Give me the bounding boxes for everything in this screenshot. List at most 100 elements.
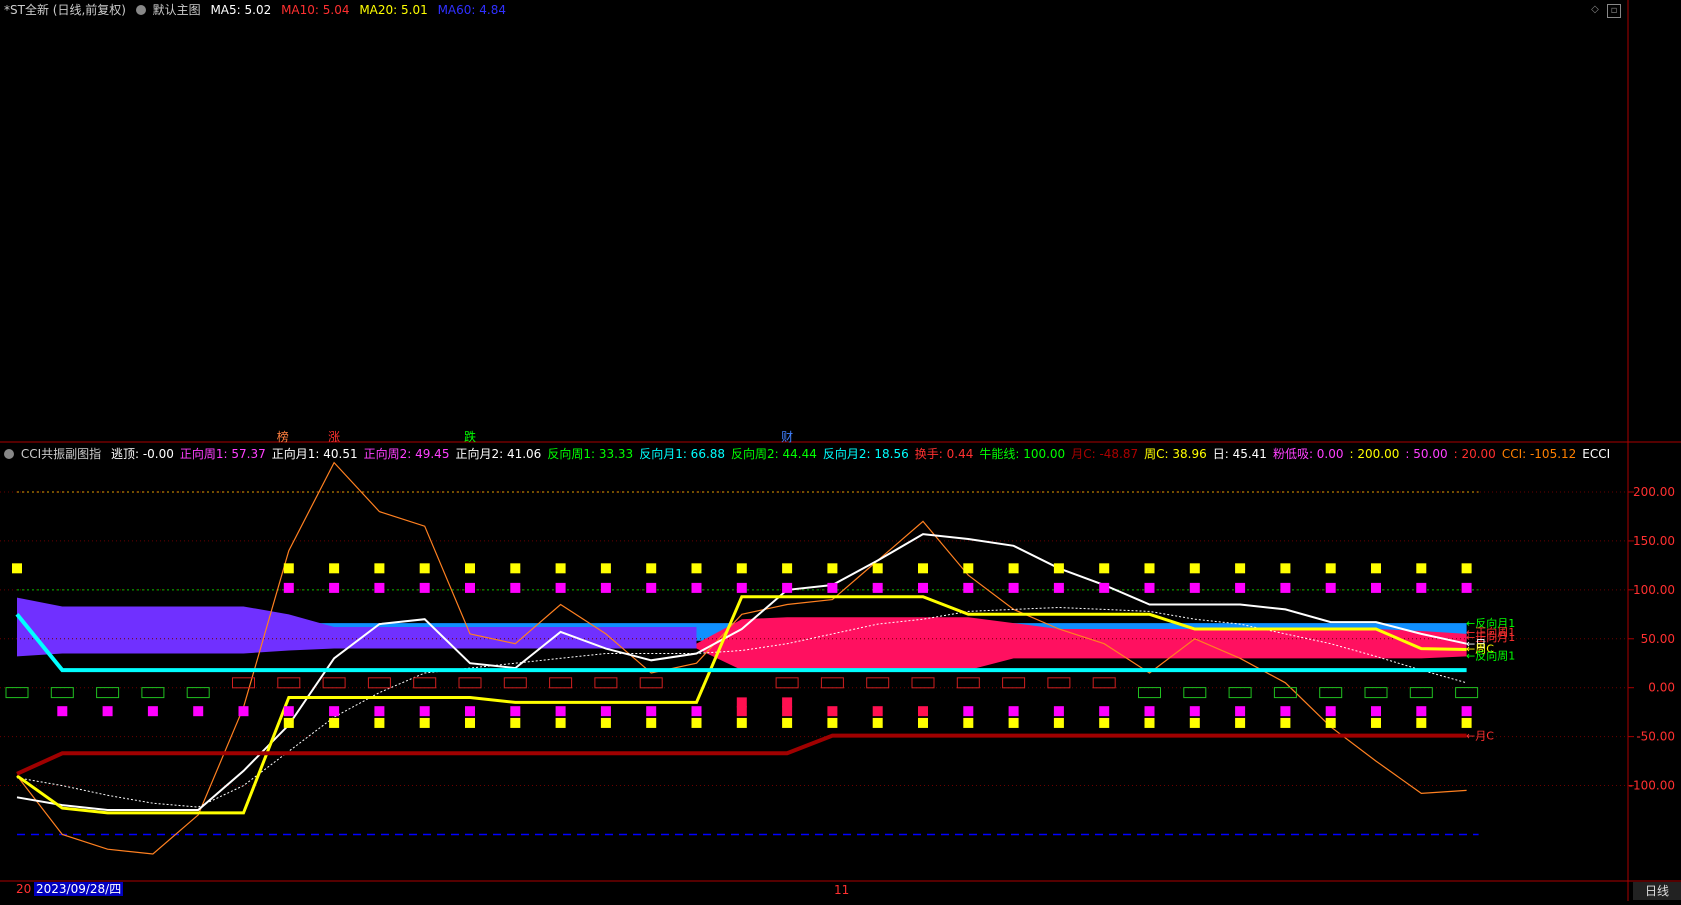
signal-square-magenta: [1008, 706, 1019, 717]
signal-square-magenta: [555, 706, 566, 717]
signal-square-yellow: [600, 563, 611, 574]
event-marker: 榜: [277, 429, 289, 444]
signal-square-magenta: [736, 706, 747, 717]
sub-header-item: 正向月1: 40.51: [271, 447, 358, 461]
signal-square-yellow: [1099, 717, 1110, 728]
signal-box-green: [1409, 687, 1433, 699]
signal-square-yellow: [1280, 563, 1291, 574]
signal-square-magenta: [918, 706, 928, 717]
sub-header-item: 粉低吸: 0.00: [1272, 447, 1344, 461]
signal-square-magenta: [872, 582, 883, 593]
ma60-value: MA60: 4.84: [437, 3, 506, 17]
signal-box-red: [458, 677, 482, 689]
signal-square-magenta: [1461, 706, 1472, 717]
sub-header-item: : 200.00: [1349, 447, 1400, 461]
signal-box-red: [820, 677, 844, 689]
ma20-value: MA20: 5.01: [359, 3, 428, 17]
event-marker: 跌: [464, 429, 476, 444]
signal-square-yellow: [1099, 563, 1110, 574]
period-button[interactable]: 日线: [1633, 882, 1681, 900]
signal-square-yellow: [736, 563, 747, 574]
signal-square-yellow: [646, 563, 657, 574]
chart-window: 4.404.504.604.704.804.905.005.105.20←4.2…: [0, 0, 1681, 901]
signal-box-green: [1455, 687, 1479, 699]
signal-square-yellow: [1008, 563, 1019, 574]
sub-header-item: 反向周1: 33.33: [547, 447, 634, 461]
crosshair-date-label: 2023/09/28/四: [34, 882, 124, 896]
signal-square-magenta: [1189, 582, 1200, 593]
signal-square-magenta: [646, 706, 657, 717]
signal-box-red: [322, 677, 346, 689]
signal-square-yellow: [646, 717, 657, 728]
signal-square-magenta: [963, 706, 974, 717]
signal-square-yellow: [736, 717, 747, 728]
signal-square-yellow: [1053, 717, 1064, 728]
signal-square-yellow: [872, 563, 883, 574]
signal-square-yellow: [691, 717, 702, 728]
signal-square-yellow: [827, 717, 838, 728]
signal-box-red: [1047, 677, 1071, 689]
signal-square-magenta: [1371, 706, 1381, 717]
signal-box-green: [96, 687, 120, 699]
theme-label[interactable]: 默认主图: [153, 3, 201, 17]
signal-square-yellow: [872, 717, 883, 728]
signal-square-magenta: [57, 706, 68, 717]
signal-box-green: [141, 687, 165, 699]
series-end-label: ←反向周1: [1466, 648, 1515, 662]
signal-square-yellow: [283, 563, 294, 574]
signal-square-magenta: [329, 582, 340, 593]
signal-square-yellow: [329, 563, 340, 574]
signal-square-yellow: [1235, 717, 1246, 728]
sub-header-item: 周C: 38.96: [1144, 447, 1207, 461]
sub-header-item: : 20.00: [1453, 447, 1496, 461]
signal-square-yellow: [1053, 563, 1064, 574]
signal-box-green: [1138, 687, 1161, 699]
ma5-value: MA5: 5.02: [210, 3, 272, 17]
signal-square-yellow: [782, 563, 793, 574]
signal-square-magenta: [1416, 582, 1427, 593]
signal-square-yellow: [1371, 563, 1381, 574]
signal-square-yellow: [1371, 717, 1381, 728]
signal-square-yellow: [510, 563, 521, 574]
signal-square-yellow: [1416, 563, 1427, 574]
signal-square-yellow: [918, 717, 928, 728]
signal-square-magenta: [736, 582, 747, 593]
signal-square-magenta: [1371, 582, 1381, 593]
series-end-label: ←月C: [1466, 730, 1494, 743]
signal-square-magenta: [1461, 582, 1472, 593]
signal-square-magenta: [465, 706, 475, 717]
diamond-icon[interactable]: ◇: [1589, 4, 1601, 16]
signal-square-yellow: [600, 717, 611, 728]
signal-square-magenta: [1416, 706, 1427, 717]
signal-square-magenta: [283, 582, 294, 593]
signal-square-magenta: [1189, 706, 1200, 717]
signal-square-magenta: [283, 706, 294, 717]
signal-box-green: [1364, 687, 1388, 699]
signal-square-magenta: [1280, 582, 1291, 593]
dropdown-icon[interactable]: [135, 5, 146, 15]
cci-tick-label: 0.00: [1648, 681, 1675, 695]
signal-square-yellow: [1008, 717, 1019, 728]
signal-square-magenta: [600, 706, 611, 717]
signal-square-yellow: [827, 563, 838, 574]
settings-circle-icon[interactable]: [4, 449, 14, 459]
signal-box-green: [50, 687, 74, 699]
signal-square-magenta: [1053, 706, 1064, 717]
signal-square-magenta: [147, 706, 158, 717]
signal-square-yellow: [419, 563, 430, 574]
signal-square-magenta: [872, 706, 883, 717]
signal-square-magenta: [827, 582, 838, 593]
stock-title[interactable]: *ST全新 (日线,前复权): [4, 3, 126, 17]
sub-header: CCI共振副图指 逃顶: -0.00 正向周1: 57.37 正向月1: 40.51…: [4, 444, 1616, 464]
signal-box-red: [594, 677, 618, 689]
signal-square-yellow: [1325, 563, 1336, 574]
window-toggle-icon[interactable]: ▫: [1607, 4, 1621, 18]
indicator-line-monthc: [16, 733, 1467, 776]
indicator-name[interactable]: CCI共振副图指: [21, 447, 101, 461]
sub-header-item: 牛能线: 100.00: [979, 447, 1066, 461]
sub-header-item: 正向月2: 41.06: [455, 447, 542, 461]
signal-square-magenta: [510, 582, 521, 593]
signal-square-magenta: [782, 582, 793, 593]
signal-square-magenta: [1235, 706, 1246, 717]
signal-square-yellow: [918, 563, 928, 574]
